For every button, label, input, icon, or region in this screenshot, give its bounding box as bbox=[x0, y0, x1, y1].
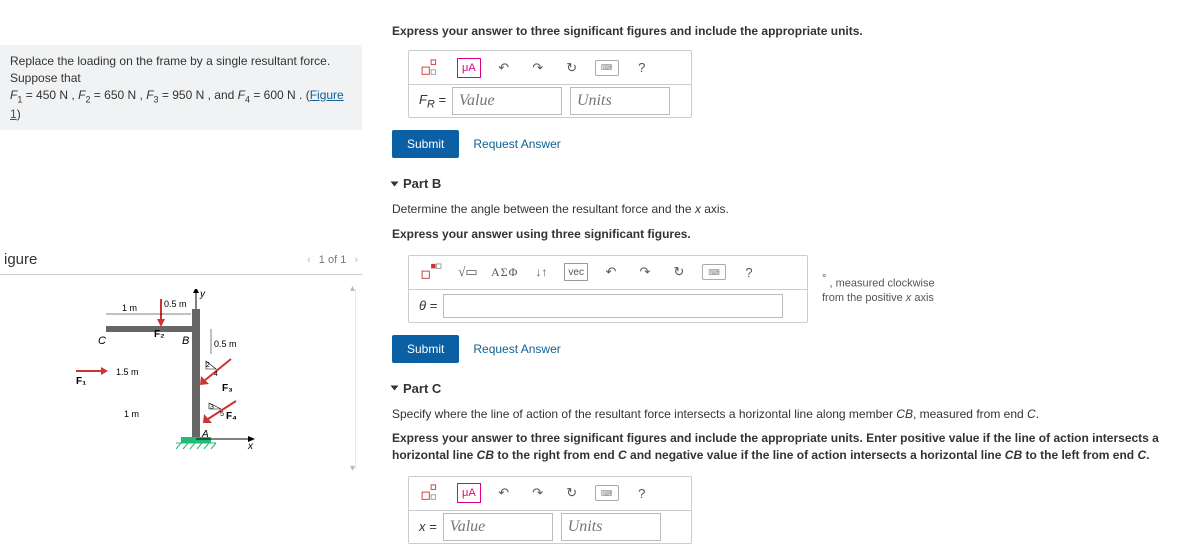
partC-question: Specify where the line of action of the … bbox=[392, 406, 1200, 423]
units-formatter-icon[interactable]: μA bbox=[457, 58, 481, 78]
templates-icon[interactable] bbox=[419, 482, 445, 504]
diagram-F3-label: F₃ bbox=[222, 383, 233, 394]
svg-text:4: 4 bbox=[214, 371, 218, 378]
undo-icon[interactable]: ↶ bbox=[600, 261, 622, 283]
partA-request-answer-link[interactable]: Request Answer bbox=[473, 137, 560, 151]
diagram-dim-1m: 1 m bbox=[122, 303, 137, 313]
problem-line1: Replace the loading on the frame by a si… bbox=[10, 54, 330, 85]
partC-prompt: Express your answer to three significant… bbox=[392, 430, 1200, 464]
figure-title: igure bbox=[4, 251, 37, 268]
partA-prompt: Express your answer to three significant… bbox=[392, 24, 1200, 38]
reset-icon[interactable]: ↻ bbox=[561, 482, 583, 504]
templates-icon[interactable] bbox=[419, 57, 445, 79]
figure-panel-header: igure ‹ 1 of 1 › bbox=[0, 245, 362, 275]
keyboard-icon[interactable]: ⌨ bbox=[595, 485, 619, 501]
partC-toolbar: μA ↶ ↷ ↻ ⌨ ? bbox=[408, 476, 692, 510]
subsup-icon[interactable]: ↓↑ bbox=[530, 261, 552, 283]
vec-icon[interactable]: vec bbox=[564, 263, 588, 281]
partC-units-input[interactable] bbox=[561, 513, 661, 541]
help-icon[interactable]: ? bbox=[631, 57, 653, 79]
frame-diagram: y x C B A F₁ F₂ F₃ F₄ 1 m 0.5 m 0.5 m 1.… bbox=[76, 289, 276, 459]
scroll-up-icon[interactable]: ▴ bbox=[350, 283, 362, 295]
caret-down-icon bbox=[391, 181, 399, 186]
templates-icon[interactable] bbox=[419, 261, 445, 283]
partA-toolbar: μA ↶ ↷ ↻ ⌨ ? bbox=[408, 50, 692, 84]
scroll-down-icon[interactable]: ▾ bbox=[350, 463, 362, 475]
diagram-dim-1p5m: 1.5 m bbox=[116, 367, 139, 377]
partA-units-input[interactable] bbox=[570, 87, 670, 115]
partA-var-label: FR = bbox=[419, 92, 446, 111]
partC-header[interactable]: Part C bbox=[392, 381, 1200, 396]
partA-submit-button[interactable]: Submit bbox=[392, 130, 459, 158]
partB-prompt: Express your answer using three signific… bbox=[392, 226, 1200, 243]
diagram-dim-1m-low: 1 m bbox=[124, 409, 139, 419]
undo-icon[interactable]: ↶ bbox=[493, 482, 515, 504]
partB-request-answer-link[interactable]: Request Answer bbox=[473, 342, 560, 356]
partB-units-hint: ° , measured clockwisefrom the positive … bbox=[822, 272, 935, 305]
diagram-C-label: C bbox=[98, 335, 106, 347]
sqrt-icon[interactable]: √▭ bbox=[457, 261, 479, 283]
help-icon[interactable]: ? bbox=[631, 482, 653, 504]
redo-icon[interactable]: ↷ bbox=[527, 57, 549, 79]
help-icon[interactable]: ? bbox=[738, 261, 760, 283]
undo-icon[interactable]: ↶ bbox=[493, 57, 515, 79]
partC-value-input[interactable] bbox=[443, 513, 553, 541]
diagram-dim-0p5m-top: 0.5 m bbox=[164, 299, 187, 309]
reset-icon[interactable]: ↻ bbox=[668, 261, 690, 283]
keyboard-icon[interactable]: ⌨ bbox=[595, 60, 619, 76]
units-formatter-icon[interactable]: μA bbox=[457, 483, 481, 503]
diagram-dim-0p5m-side: 0.5 m bbox=[214, 339, 237, 349]
diagram-x-label: x bbox=[247, 441, 254, 452]
svg-text:3: 3 bbox=[210, 404, 214, 411]
figure-next-icon: › bbox=[354, 254, 358, 266]
partB-question: Determine the angle between the resultan… bbox=[392, 201, 1200, 218]
redo-icon[interactable]: ↷ bbox=[634, 261, 656, 283]
partB-var-label: θ = bbox=[419, 298, 437, 313]
svg-text:2: 2 bbox=[206, 362, 210, 369]
figure-body: ▴ bbox=[6, 289, 356, 469]
svg-text:5: 5 bbox=[220, 411, 224, 418]
figure-prev-icon: ‹ bbox=[307, 254, 311, 266]
diagram-B-label: B bbox=[182, 335, 189, 347]
figure-counter: 1 of 1 bbox=[319, 254, 347, 266]
reset-icon[interactable]: ↻ bbox=[561, 57, 583, 79]
partB-header[interactable]: Part B bbox=[392, 176, 1200, 191]
partA-value-input[interactable] bbox=[452, 87, 562, 115]
diagram-y-label: y bbox=[199, 289, 206, 300]
partB-toolbar: √▭ ΑΣΦ ↓↑ vec ↶ ↷ ↻ ⌨ ? bbox=[408, 255, 808, 289]
problem-statement: Replace the loading on the frame by a si… bbox=[0, 45, 362, 130]
partB-submit-button[interactable]: Submit bbox=[392, 335, 459, 363]
diagram-A-label: A bbox=[201, 429, 209, 440]
diagram-F2-label: F₂ bbox=[154, 329, 165, 340]
keyboard-icon[interactable]: ⌨ bbox=[702, 264, 726, 280]
caret-down-icon bbox=[391, 386, 399, 391]
redo-icon[interactable]: ↷ bbox=[527, 482, 549, 504]
partB-value-input[interactable] bbox=[443, 294, 783, 318]
diagram-F1-label: F₁ bbox=[76, 376, 86, 387]
partC-var-label: x = bbox=[419, 519, 437, 534]
greek-icon[interactable]: ΑΣΦ bbox=[491, 261, 518, 283]
diagram-F4-label: F₄ bbox=[226, 411, 237, 422]
